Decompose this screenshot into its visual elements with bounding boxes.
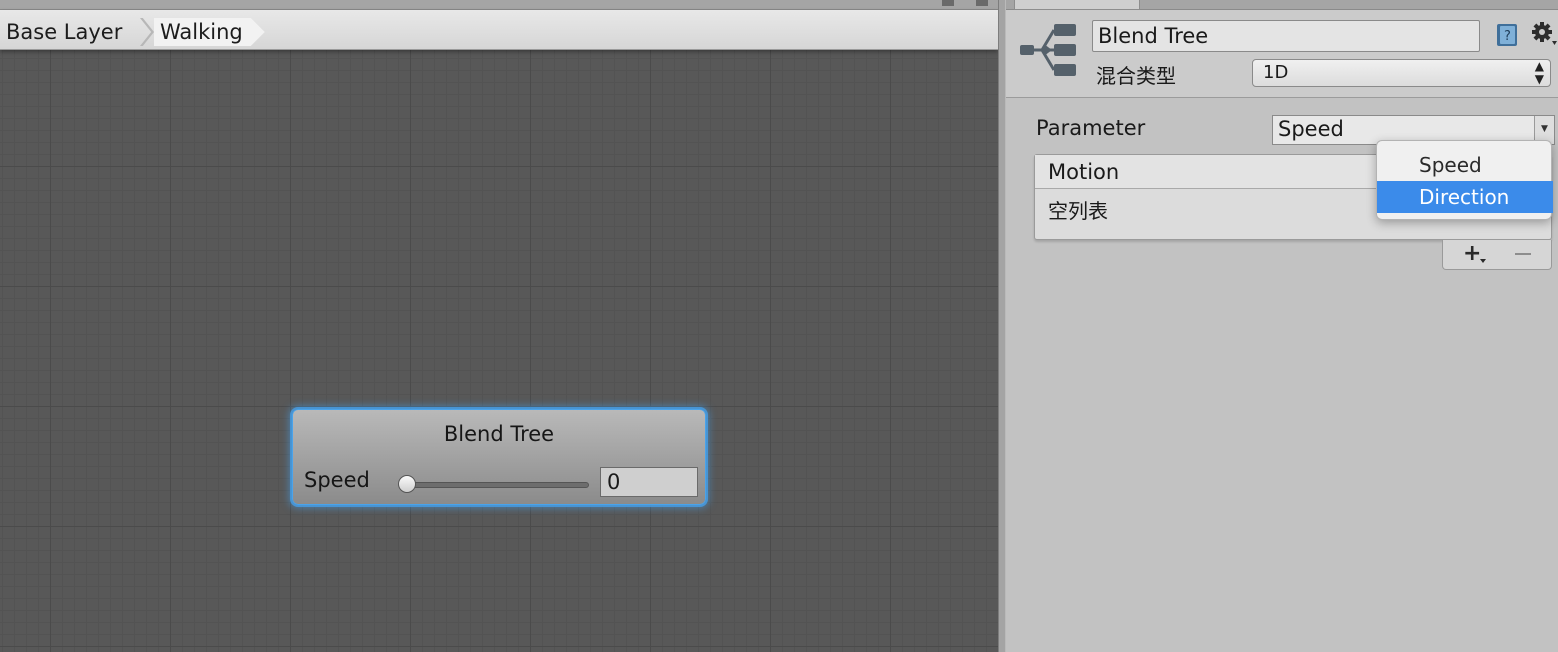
blend-type-select[interactable]: 1D ▲ ▼	[1252, 59, 1551, 87]
breadcrumb-walking[interactable]: Walking	[154, 18, 265, 46]
blend-tree-node[interactable]: Blend Tree Speed 0	[292, 409, 706, 505]
panel-splitter[interactable]	[998, 0, 1006, 652]
inspector-header: Blend Tree ? 混合类型 1D ▲ ▼	[1006, 10, 1558, 98]
select-arrows-icon: ▲ ▼	[1534, 59, 1544, 86]
inspector-panel: Blend Tree ? 混合类型 1D ▲ ▼ Parameter Speed…	[1006, 0, 1558, 652]
node-param-label: Speed	[304, 468, 370, 492]
svg-text:?: ?	[1504, 29, 1511, 44]
window-maximize-icon[interactable]	[976, 0, 988, 6]
blend-tree-icon	[1020, 24, 1076, 76]
plus-icon[interactable]: +	[1463, 243, 1481, 265]
inspector-tab-strip	[1006, 0, 1558, 10]
app-window: Base Layer Walking Blend Tree Speed 0 Bl…	[0, 0, 1558, 652]
add-menu-caret	[1480, 259, 1486, 263]
empty-list-text: 空列表	[1048, 199, 1108, 223]
dropdown-option-direction[interactable]: Direction	[1377, 181, 1553, 213]
breadcrumb: Base Layer Walking	[0, 10, 998, 50]
tab-inspector[interactable]	[1014, 0, 1140, 10]
motion-list-footer: +	[1442, 240, 1552, 270]
speed-slider-track[interactable]	[401, 482, 589, 488]
breadcrumb-base-layer[interactable]: Base Layer	[0, 18, 128, 46]
speed-value-field[interactable]: 0	[600, 467, 698, 497]
parameter-label: Parameter	[1036, 116, 1146, 140]
blend-type-value: 1D	[1263, 62, 1289, 83]
node-title: Blend Tree	[443, 422, 555, 446]
help-book-icon[interactable]: ?	[1494, 22, 1520, 48]
gear-icon[interactable]	[1530, 20, 1558, 48]
speed-slider-thumb[interactable]	[398, 475, 416, 493]
window-menu-icon[interactable]	[942, 0, 954, 6]
object-name-field[interactable]: Blend Tree	[1092, 20, 1480, 52]
blend-type-label: 混合类型	[1096, 64, 1176, 88]
breadcrumb-separator	[140, 18, 154, 46]
animator-graph-area[interactable]: Base Layer Walking Blend Tree Speed 0	[0, 0, 998, 652]
parameter-dropdown-menu: Speed Direction	[1376, 140, 1553, 220]
parameter-value: Speed	[1278, 117, 1344, 141]
dropdown-option-speed[interactable]: Speed	[1377, 149, 1553, 181]
minus-icon[interactable]	[1515, 253, 1531, 255]
animator-top-strip	[0, 0, 998, 10]
